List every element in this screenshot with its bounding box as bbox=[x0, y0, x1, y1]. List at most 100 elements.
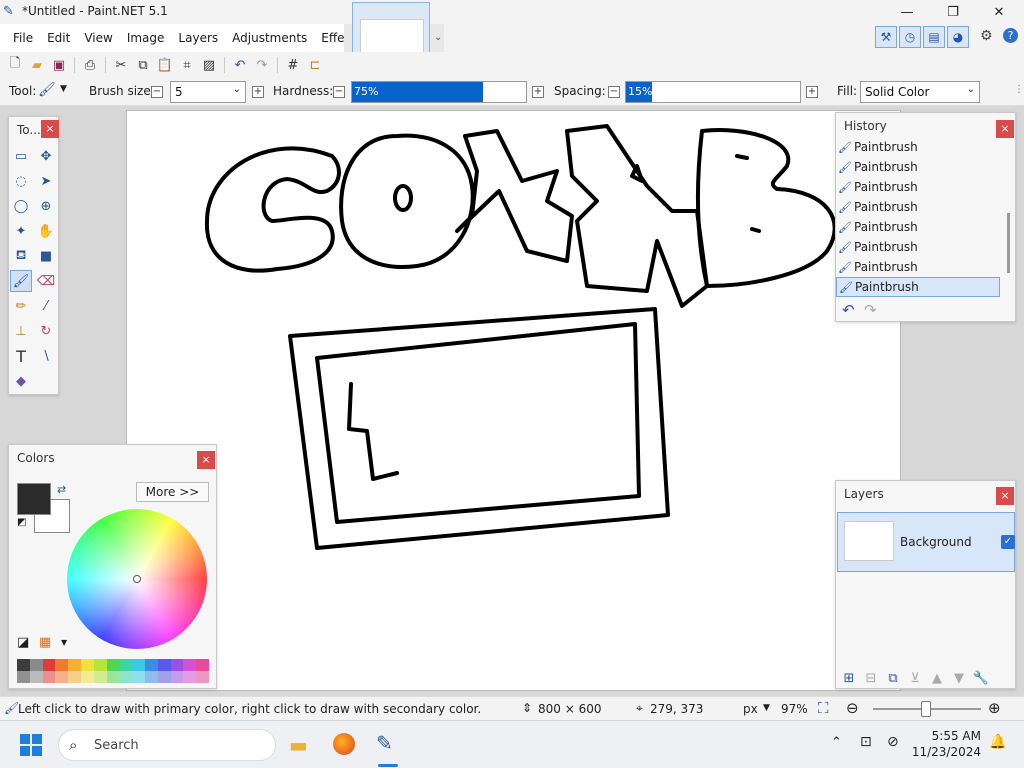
palette-swatch-light[interactable] bbox=[106, 671, 120, 683]
tool-dropdown-arrow-icon[interactable]: ▼ bbox=[60, 84, 67, 94]
zoom-in-icon[interactable]: ⊕ bbox=[988, 699, 1001, 717]
move-layer-down-icon[interactable]: ▼ bbox=[948, 667, 970, 689]
paint-bucket-icon[interactable]: ⛾ bbox=[10, 245, 32, 267]
palette-swatch[interactable] bbox=[196, 659, 209, 671]
magic-wand-icon[interactable]: ✦ bbox=[10, 220, 32, 242]
gradient-icon[interactable]: ■ bbox=[35, 245, 57, 267]
crop-icon[interactable]: ⌗ bbox=[176, 54, 198, 76]
settings-gear-icon[interactable]: ⚙ bbox=[980, 28, 993, 44]
color-wheel[interactable] bbox=[67, 509, 207, 649]
history-item[interactable]: 🖌 Paintbrush bbox=[836, 197, 1000, 217]
palette-menu-icon[interactable]: ▦ bbox=[39, 635, 51, 650]
more-colors-button[interactable]: More >> bbox=[136, 482, 209, 502]
palette-swatch-light[interactable] bbox=[80, 671, 94, 683]
paste-icon[interactable]: 📋 bbox=[154, 54, 176, 76]
maximize-button[interactable]: ❐ bbox=[930, 0, 976, 24]
palette-swatch-light[interactable] bbox=[42, 671, 56, 683]
history-item-selected[interactable]: 🖌 Paintbrush bbox=[836, 277, 1000, 297]
palette-swatch[interactable] bbox=[55, 659, 69, 671]
brush-size-combobox[interactable]: 5 ⌄ bbox=[170, 81, 246, 103]
new-file-icon[interactable]: 🗋 bbox=[4, 54, 26, 76]
ruler-icon[interactable]: ⊏ bbox=[304, 54, 326, 76]
zoom-icon[interactable]: ⊕ bbox=[35, 195, 57, 217]
minimize-button[interactable]: — bbox=[884, 0, 930, 24]
hardness-decrease-button[interactable]: − bbox=[333, 86, 345, 98]
undo-icon[interactable]: ↶ bbox=[229, 54, 251, 76]
palette-dropdown-arrow-icon[interactable]: ▼ bbox=[61, 638, 67, 647]
move-selected-icon[interactable]: ➤ bbox=[35, 170, 57, 192]
palette-swatch-light[interactable] bbox=[29, 671, 43, 683]
clock-time[interactable]: 5:55 AM bbox=[921, 729, 981, 743]
merge-layer-icon[interactable]: ⊻ bbox=[904, 667, 926, 689]
palette-swatch-light[interactable] bbox=[93, 671, 107, 683]
layer-visibility-checkbox[interactable]: ✓ bbox=[1001, 535, 1015, 549]
cut-icon[interactable]: ✂ bbox=[110, 54, 132, 76]
menu-layers[interactable]: Layers bbox=[171, 31, 225, 45]
history-panel-close-icon[interactable]: × bbox=[996, 120, 1014, 138]
duplicate-layer-icon[interactable]: ⧉ bbox=[882, 667, 904, 689]
palette-swatch[interactable] bbox=[106, 659, 120, 671]
palette-swatch-light[interactable] bbox=[119, 671, 133, 683]
rectangle-select-icon[interactable]: ▭ bbox=[10, 145, 32, 167]
pencil-icon[interactable]: ✏ bbox=[10, 295, 32, 317]
help-icon[interactable]: ? bbox=[1003, 28, 1018, 43]
reset-colors-icon[interactable]: ◩ bbox=[17, 517, 26, 528]
paintbrush-icon[interactable]: 🖌 bbox=[38, 82, 56, 98]
drawing-canvas[interactable] bbox=[126, 110, 901, 691]
units-selector[interactable]: px bbox=[743, 702, 758, 716]
fill-mode-combobox[interactable]: Solid Color ⌄ bbox=[860, 81, 980, 103]
menu-adjustments[interactable]: Adjustments bbox=[225, 31, 314, 45]
palette-swatch[interactable] bbox=[93, 659, 107, 671]
zoom-level-text[interactable]: 97% bbox=[781, 702, 808, 716]
pan-hand-icon[interactable]: ✋ bbox=[35, 220, 57, 242]
palette-swatch-light[interactable] bbox=[157, 671, 171, 683]
swap-colors-icon[interactable]: ⇄ bbox=[57, 483, 66, 496]
history-toggle-icon[interactable]: ◷ bbox=[899, 26, 921, 48]
palette-swatch[interactable] bbox=[119, 659, 133, 671]
chevron-up-icon[interactable]: ⌃ bbox=[831, 735, 842, 750]
paintnet-taskbar-icon[interactable]: ✎ bbox=[376, 731, 393, 755]
palette-swatch-light[interactable] bbox=[17, 671, 30, 683]
network-icon[interactable]: ⊡ bbox=[860, 734, 872, 750]
clock-date[interactable]: 11/23/2024 bbox=[906, 745, 981, 759]
recolor-icon[interactable]: ↻ bbox=[35, 320, 57, 342]
palette-swatch[interactable] bbox=[29, 659, 43, 671]
palette-swatch[interactable] bbox=[132, 659, 145, 671]
zoom-slider-thumb[interactable] bbox=[921, 701, 931, 717]
grid-icon[interactable]: # bbox=[282, 54, 304, 76]
primary-color-swatch[interactable] bbox=[17, 483, 51, 515]
taskbar-search-box[interactable]: ⌕ Search bbox=[58, 729, 276, 761]
deselect-icon[interactable]: ▨ bbox=[198, 54, 220, 76]
palette-swatch-light[interactable] bbox=[183, 671, 197, 683]
brush-size-decrease-button[interactable]: − bbox=[151, 86, 163, 98]
zoom-to-window-icon[interactable]: ⛶ bbox=[818, 699, 829, 717]
palette-swatch-light[interactable] bbox=[196, 671, 209, 683]
layers-panel-close-icon[interactable]: × bbox=[996, 487, 1014, 505]
lasso-select-icon[interactable]: ◌ bbox=[10, 170, 32, 192]
history-scrollbar-thumb[interactable] bbox=[1007, 213, 1010, 273]
print-icon[interactable]: ⎙ bbox=[79, 54, 101, 76]
palette-swatch-light[interactable] bbox=[132, 671, 145, 683]
clone-stamp-icon[interactable]: ⊥ bbox=[10, 320, 32, 342]
history-item[interactable]: 🖌 Paintbrush bbox=[836, 237, 1000, 257]
palette-swatch[interactable] bbox=[68, 659, 81, 671]
palette-swatch-light[interactable] bbox=[68, 671, 81, 683]
hardness-slider[interactable]: 75% bbox=[351, 81, 527, 103]
eraser-icon[interactable]: ⌫ bbox=[35, 270, 57, 292]
move-layer-up-icon[interactable]: ▲ bbox=[926, 667, 948, 689]
palette-swatch[interactable] bbox=[170, 659, 184, 671]
color-picker-icon[interactable]: ⁄ bbox=[35, 295, 57, 317]
paintbrush-tool-icon[interactable]: 🖌 bbox=[10, 270, 32, 292]
tools-toggle-icon[interactable]: ⚒ bbox=[875, 26, 897, 48]
menu-file[interactable]: File bbox=[6, 31, 40, 45]
open-folder-icon[interactable]: ▰ bbox=[26, 54, 48, 76]
history-item[interactable]: 🖌 Paintbrush bbox=[836, 137, 1000, 157]
history-item[interactable]: 🖌 Paintbrush bbox=[836, 257, 1000, 277]
palette-swatch[interactable] bbox=[183, 659, 197, 671]
color-wheel-cursor[interactable] bbox=[133, 575, 141, 583]
colors-toggle-icon[interactable]: ◕ bbox=[947, 26, 969, 48]
palette-swatch[interactable] bbox=[42, 659, 56, 671]
spacing-decrease-button[interactable]: − bbox=[608, 86, 620, 98]
line-curve-icon[interactable]: ∖ bbox=[35, 345, 57, 367]
layers-toggle-icon[interactable]: ▤ bbox=[923, 26, 945, 48]
